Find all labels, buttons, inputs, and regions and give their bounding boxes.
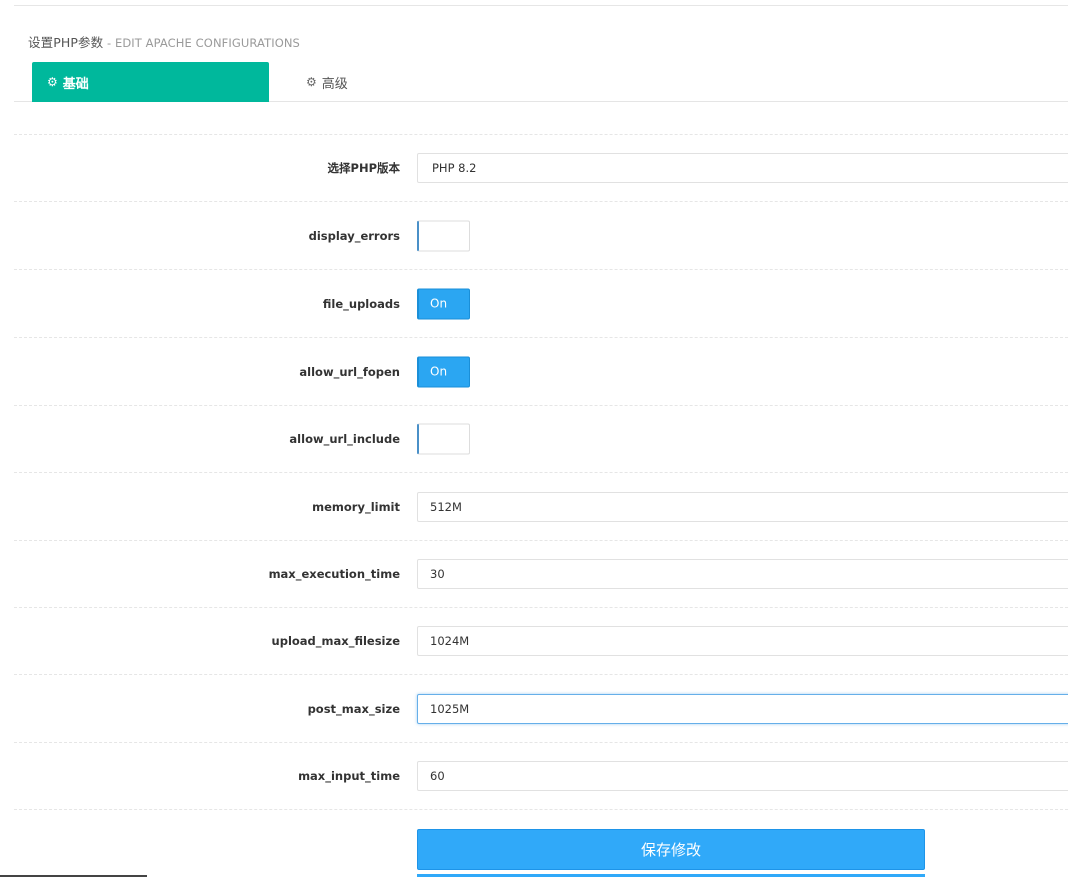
allow-url-include-label: allow_url_include <box>289 431 400 446</box>
page-title: 设置PHP参数 - EDIT APACHE CONFIGURATIONS <box>28 32 300 51</box>
form-row-display-errors: display_errors <box>14 202 1068 270</box>
upload-max-filesize-label: upload_max_filesize <box>271 633 400 648</box>
tab-basic-label: 基础 <box>62 76 89 92</box>
display-errors-label: display_errors <box>308 228 400 243</box>
gears-icon: ⚙ <box>306 75 317 89</box>
form-row-php-version: 选择PHP版本 PHP 8.2 <box>14 134 1068 202</box>
file-uploads-toggle[interactable]: On <box>417 288 470 319</box>
memory-limit-label: memory_limit <box>312 499 400 514</box>
page-title-subtitle: - EDIT APACHE CONFIGURATIONS <box>103 36 300 50</box>
file-uploads-label: file_uploads <box>322 296 400 311</box>
post-max-size-label: post_max_size <box>307 701 400 716</box>
allow-url-fopen-label: allow_url_fopen <box>299 364 400 379</box>
form-row-memory-limit: memory_limit 512M <box>14 473 1068 541</box>
form-row-file-uploads: file_uploads On <box>14 270 1068 338</box>
php-version-label: 选择PHP版本 <box>327 160 400 175</box>
tab-advanced-label: 高级 <box>321 76 348 92</box>
page-title-main: 设置PHP参数 <box>28 35 104 50</box>
max-execution-time-label: max_execution_time <box>268 566 400 581</box>
form-row-max-input-time: max_input_time 60 <box>14 742 1068 810</box>
upload-max-filesize-input[interactable]: 1024M <box>417 625 1068 656</box>
allow-url-fopen-toggle[interactable]: On <box>417 356 470 387</box>
form-row-allow-url-include: allow_url_include <box>14 405 1068 473</box>
tab-advanced[interactable]: ⚙ 高级 <box>302 62 442 102</box>
memory-limit-input[interactable]: 512M <box>417 491 1068 522</box>
max-input-time-label: max_input_time <box>298 768 400 783</box>
form-row-upload-max-filesize: upload_max_filesize 1024M <box>14 607 1068 675</box>
php-version-select[interactable]: PHP 8.2 <box>417 152 1068 183</box>
display-errors-toggle[interactable] <box>417 220 470 251</box>
post-max-size-input[interactable]: 1025M <box>417 693 1068 724</box>
allow-url-include-toggle[interactable] <box>417 423 470 454</box>
save-button[interactable]: 保存修改 <box>417 829 925 870</box>
php-config-page: 设置PHP参数 - EDIT APACHE CONFIGURATIONS ⚙ 基… <box>0 0 1068 877</box>
form-row-allow-url-fopen: allow_url_fopen On <box>14 338 1068 406</box>
max-input-time-input[interactable]: 60 <box>417 760 1068 791</box>
tab-bar: ⚙ 基础 ⚙ 高级 <box>14 62 1068 102</box>
form-row-max-execution-time: max_execution_time 30 <box>14 540 1068 608</box>
form-row-post-max-size: post_max_size 1025M <box>14 675 1068 743</box>
top-divider <box>14 5 1068 6</box>
gear-icon: ⚙ <box>47 75 58 89</box>
max-execution-time-input[interactable]: 30 <box>417 558 1068 589</box>
tab-basic[interactable]: ⚙ 基础 <box>32 62 269 102</box>
